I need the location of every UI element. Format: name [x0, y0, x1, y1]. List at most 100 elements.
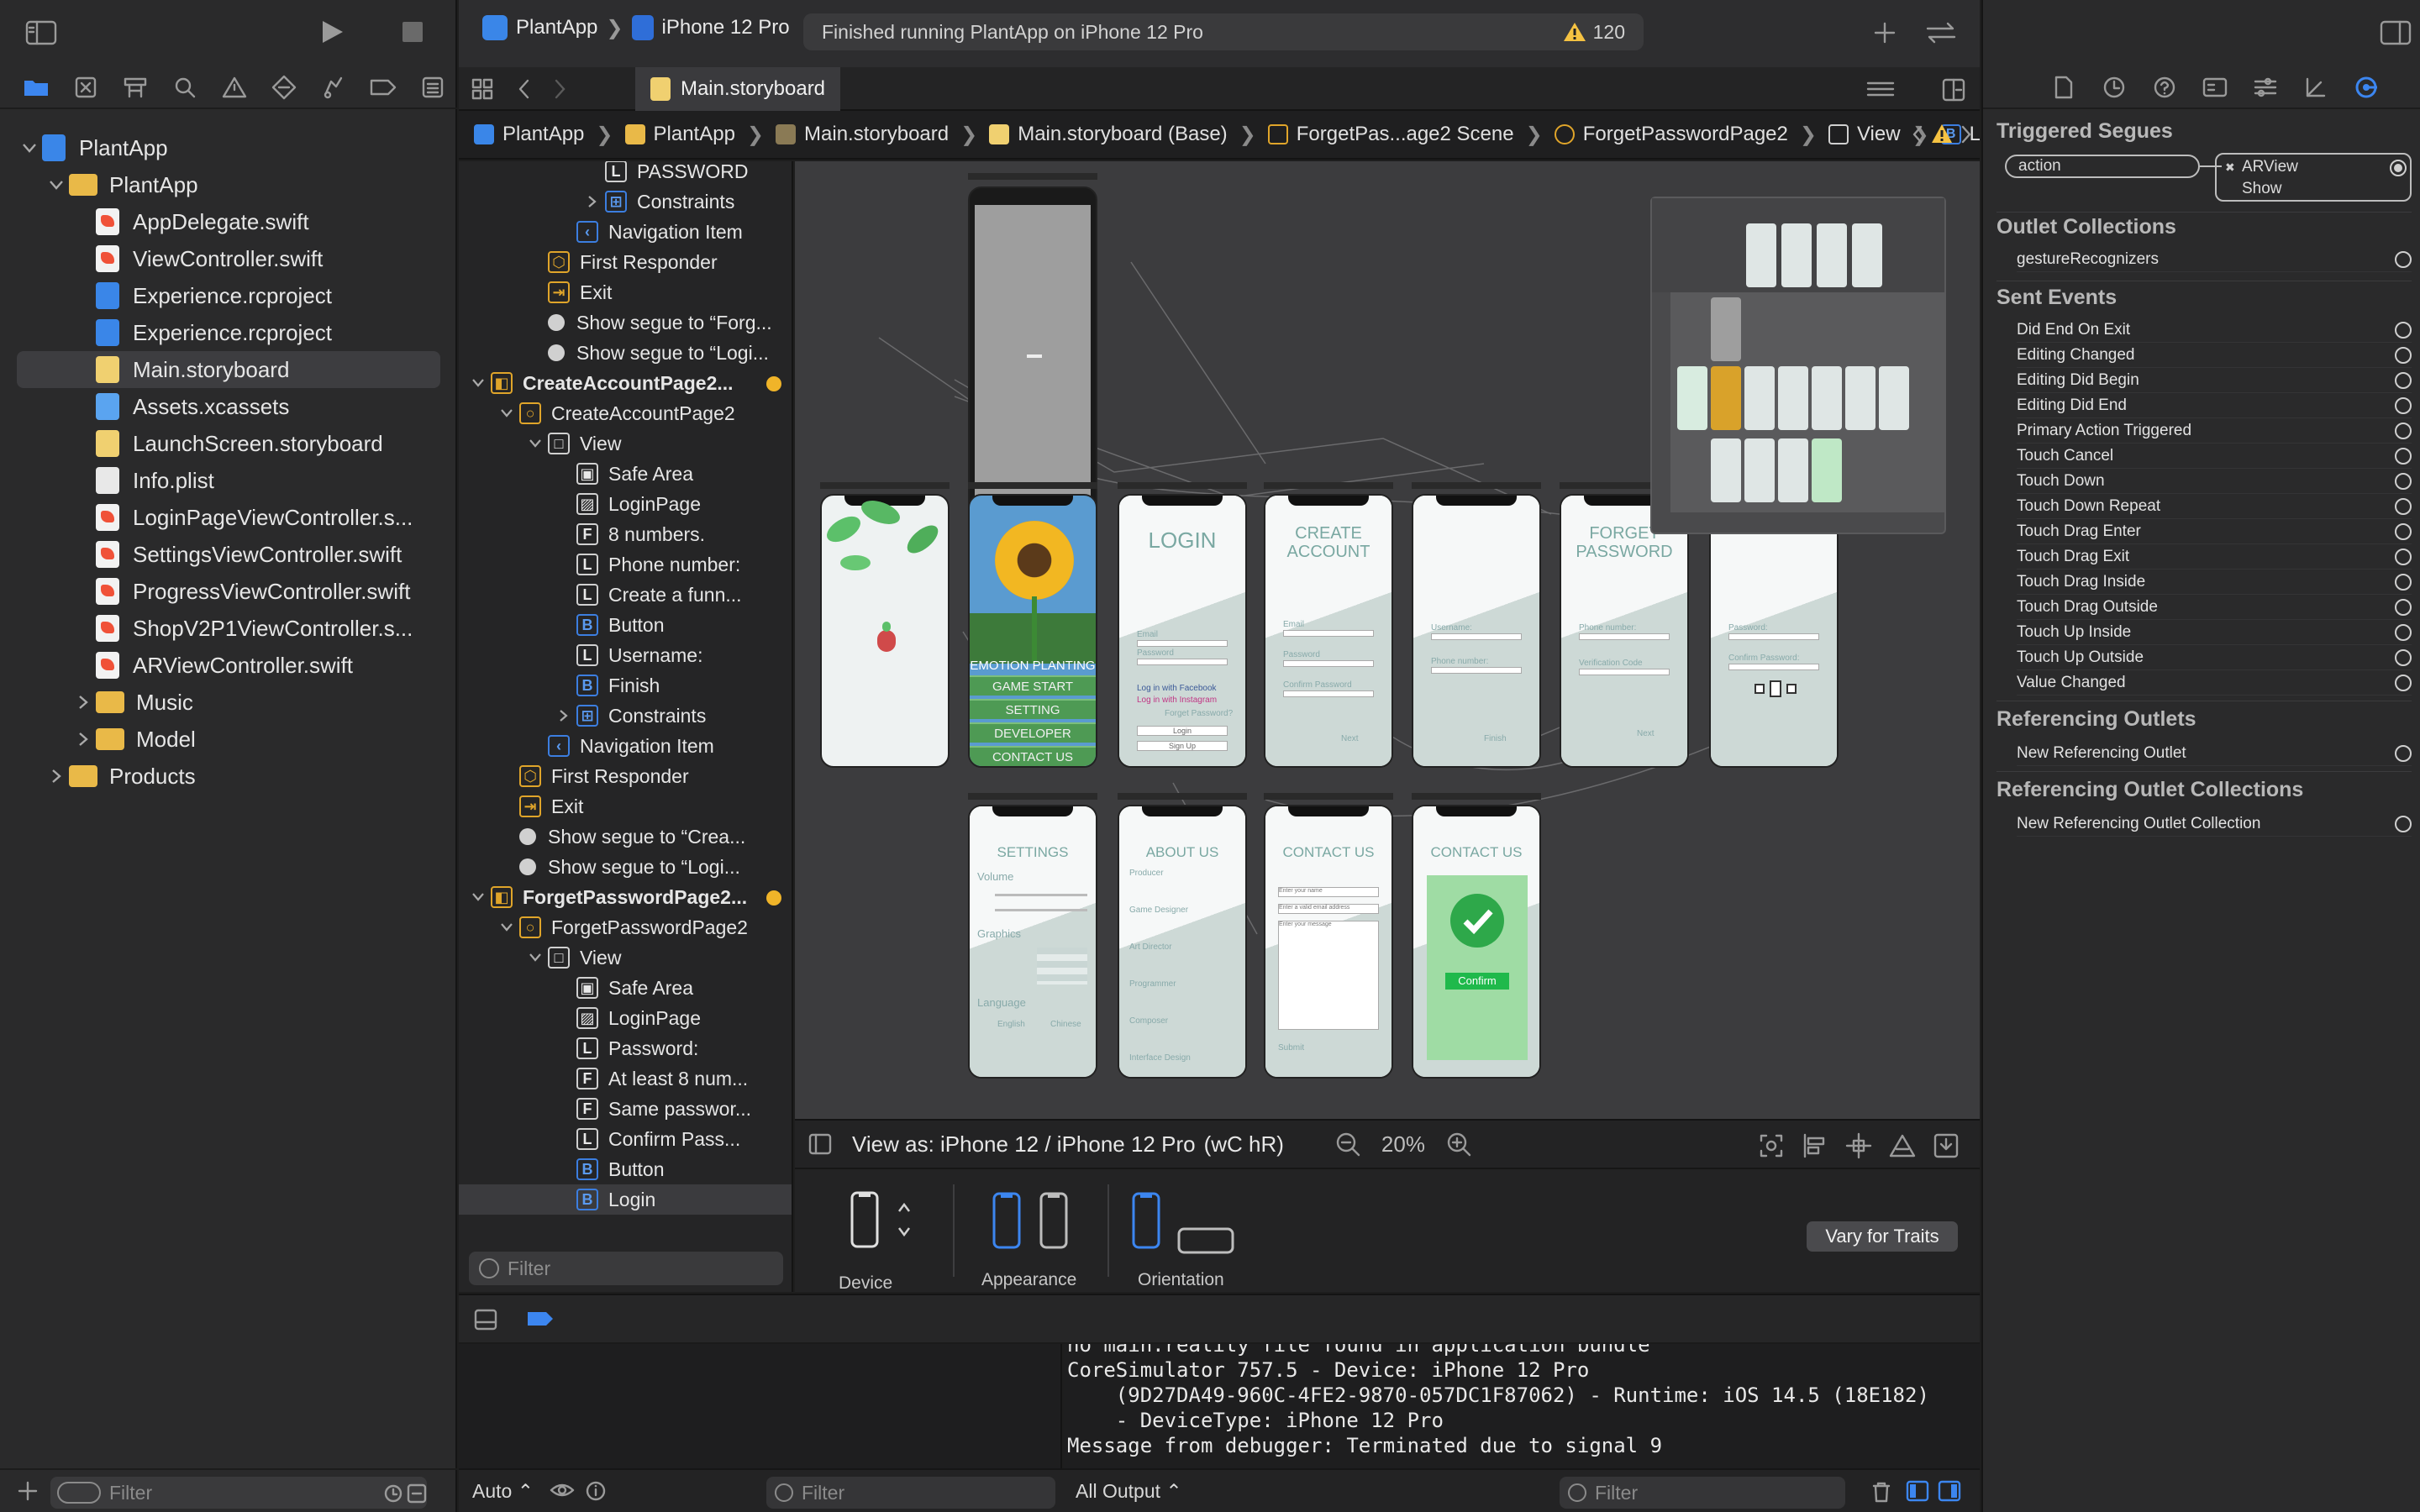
connection-circle-icon[interactable]	[2395, 648, 2412, 666]
outline-row-8-numbers[interactable]: F 8 numbers.	[459, 519, 792, 549]
chevron-right-icon[interactable]	[44, 769, 69, 784]
size-inspector-icon[interactable]	[2291, 66, 2341, 108]
connection-circle-icon[interactable]	[2395, 447, 2412, 465]
navigator-item-loginpageviewcontroller-s[interactable]: LoginPageViewController.s...	[17, 499, 440, 536]
show-variables-icon[interactable]	[1906, 1480, 1929, 1502]
issue-navigator-icon[interactable]	[210, 66, 260, 108]
segue-target-box[interactable]: ✖ ARView Show	[2215, 153, 2412, 202]
device-picker[interactable]	[847, 1191, 914, 1250]
forget-password-scene[interactable]: FORGET PASSWORD Phone number: Verificati…	[1560, 494, 1689, 768]
outline-row-constraints[interactable]: ⊞ Constraints	[459, 186, 792, 217]
chevron-right-icon[interactable]	[551, 709, 576, 722]
settings-scene[interactable]: SETTINGS Volume Graphics Language Englis…	[968, 805, 1097, 1079]
crumb-localization[interactable]: Main.storyboard (Base)	[989, 123, 1228, 146]
outline-filter-field[interactable]: Filter	[469, 1252, 783, 1285]
connection-circle-icon[interactable]	[2395, 744, 2412, 762]
console-output[interactable]: no main.reality file found in applicatio…	[1064, 1344, 1980, 1468]
outline-row-safe-area[interactable]: ▣ Safe Area	[459, 459, 792, 489]
navigator-item-products[interactable]: Products	[17, 758, 440, 795]
find-navigator-icon[interactable]	[160, 66, 210, 108]
resolve-auto-layout-icon[interactable]	[1887, 1132, 1918, 1159]
forget-password-page2-scene[interactable]: Password: Confirm Password:	[1709, 494, 1839, 768]
outline-row-same-passwor[interactable]: F Same passwor...	[459, 1094, 792, 1124]
outline-row-show-segue-to-logi[interactable]: Show segue to “Logi...	[459, 338, 792, 368]
storyboard-canvas[interactable]: EMOTION PLANTING GAME START SETTING DEVE…	[795, 161, 1980, 1119]
editor-options-icon[interactable]	[1865, 77, 1896, 101]
trash-icon[interactable]	[1870, 1480, 1892, 1504]
console-filter-field[interactable]: Filter	[1560, 1477, 1845, 1509]
contact-us-confirm-scene[interactable]: CONTACT US Confirm	[1412, 805, 1541, 1079]
connection-circle-icon[interactable]	[2395, 321, 2412, 339]
outline-row-forgetpasswordpage2[interactable]: ○ ForgetPasswordPage2	[459, 912, 792, 942]
outline-row-safe-area[interactable]: ▣ Safe Area	[459, 973, 792, 1003]
outline-row-at-least-8-num[interactable]: F At least 8 num...	[459, 1063, 792, 1094]
chevron-right-icon[interactable]	[71, 732, 96, 747]
symbol-navigator-icon[interactable]	[111, 66, 160, 108]
navigator-item-experience-rcproject[interactable]: Experience.rcproject	[17, 277, 440, 314]
chevron-right-icon[interactable]	[580, 195, 605, 208]
crumb-scene[interactable]: ForgetPas...age2 Scene	[1267, 123, 1514, 146]
navigator-item-plantapp[interactable]: PlantApp	[17, 166, 440, 203]
outline-row-loginpage[interactable]: ▨ LoginPage	[459, 1003, 792, 1033]
navigator-item-progressviewcontroller-swift[interactable]: ProgressViewController.swift	[17, 573, 440, 610]
contact-us-scene[interactable]: CONTACT US Enter your name Enter a valid…	[1264, 805, 1393, 1079]
navigator-item-experience-rcproject[interactable]: Experience.rcproject	[17, 314, 440, 351]
connection-circle-icon[interactable]	[2395, 573, 2412, 591]
outline-row-navigation-item[interactable]: ‹ Navigation Item	[459, 217, 792, 247]
breakpoints-toggle-icon[interactable]	[526, 1309, 555, 1329]
navigator-item-main-storyboard[interactable]: Main.storyboard	[17, 351, 440, 388]
zoom-out-icon[interactable]	[1334, 1131, 1361, 1158]
outline-row-button[interactable]: B Button	[459, 1154, 792, 1184]
connections-inspector-icon[interactable]	[2341, 66, 2391, 108]
navigator-item-viewcontroller-swift[interactable]: ViewController.swift	[17, 240, 440, 277]
code-review-icon[interactable]	[1924, 20, 1958, 45]
outline-row-navigation-item[interactable]: ‹ Navigation Item	[459, 731, 792, 761]
connection-circle-icon[interactable]	[2395, 598, 2412, 616]
forward-icon[interactable]	[550, 77, 570, 101]
connection-circle-icon[interactable]	[2395, 371, 2412, 389]
close-icon[interactable]: ✖	[2225, 156, 2235, 178]
folder-navigator-icon[interactable]	[12, 66, 61, 108]
connection-circle-icon[interactable]	[2395, 497, 2412, 515]
outline-row-show-segue-to-logi[interactable]: Show segue to “Logi...	[459, 852, 792, 882]
connection-circle-icon[interactable]	[2395, 396, 2412, 414]
outline-row-login[interactable]: B Login	[459, 1184, 792, 1215]
navigator-item-appdelegate-swift[interactable]: AppDelegate.swift	[17, 203, 440, 240]
canvas-minimap[interactable]	[1650, 197, 1946, 534]
previous-issue-icon[interactable]	[1909, 123, 1926, 146]
recent-files-icon[interactable]	[383, 1483, 403, 1504]
toggle-outline-icon[interactable]	[808, 1133, 832, 1155]
back-icon[interactable]	[514, 77, 534, 101]
outline-row-confirm-pass[interactable]: L Confirm Pass...	[459, 1124, 792, 1154]
outline-row-forgetpasswordpage2[interactable]: ◧ ForgetPasswordPage2...	[459, 882, 792, 912]
outline-row-username[interactable]: L Username:	[459, 640, 792, 670]
add-editor-icon[interactable]	[1941, 77, 1966, 102]
outline-row-createaccountpage2[interactable]: ◧ CreateAccountPage2...	[459, 368, 792, 398]
library-add-icon[interactable]	[1872, 20, 1897, 45]
crumb-file[interactable]: Main.storyboard	[776, 123, 949, 146]
navigator-item-settingsviewcontroller-swift[interactable]: SettingsViewController.swift	[17, 536, 440, 573]
orientation-portrait-icon[interactable]	[1131, 1191, 1161, 1250]
add-constraints-icon[interactable]	[1845, 1132, 1872, 1159]
connection-circle-icon[interactable]	[2395, 815, 2412, 832]
connection-circle-icon[interactable]	[2395, 472, 2412, 490]
history-inspector-icon[interactable]	[2089, 66, 2139, 108]
attributes-inspector-icon[interactable]	[2240, 66, 2291, 108]
zoom-in-icon[interactable]	[1445, 1131, 1472, 1158]
source-control-navigator-icon[interactable]	[61, 66, 111, 108]
output-select[interactable]: All Output ⌃	[1076, 1480, 1182, 1503]
connection-circle-icon[interactable]	[2395, 623, 2412, 641]
align-icon[interactable]	[1802, 1132, 1828, 1159]
connection-circle-icon[interactable]	[2395, 422, 2412, 439]
stop-icon[interactable]	[402, 21, 424, 43]
outline-row-view[interactable]: □ View	[459, 942, 792, 973]
info-icon[interactable]	[585, 1480, 607, 1502]
variables-view[interactable]	[459, 1344, 1062, 1468]
eye-icon[interactable]	[550, 1480, 575, 1500]
outline-row-first-responder[interactable]: ⬡ First Responder	[459, 761, 792, 791]
scene-exit-dot-icon[interactable]	[766, 890, 781, 906]
chevron-down-icon[interactable]	[466, 892, 491, 902]
chevron-right-icon[interactable]	[71, 695, 96, 710]
source-control-filter-icon[interactable]	[407, 1483, 427, 1504]
chevron-down-icon[interactable]	[494, 922, 519, 932]
